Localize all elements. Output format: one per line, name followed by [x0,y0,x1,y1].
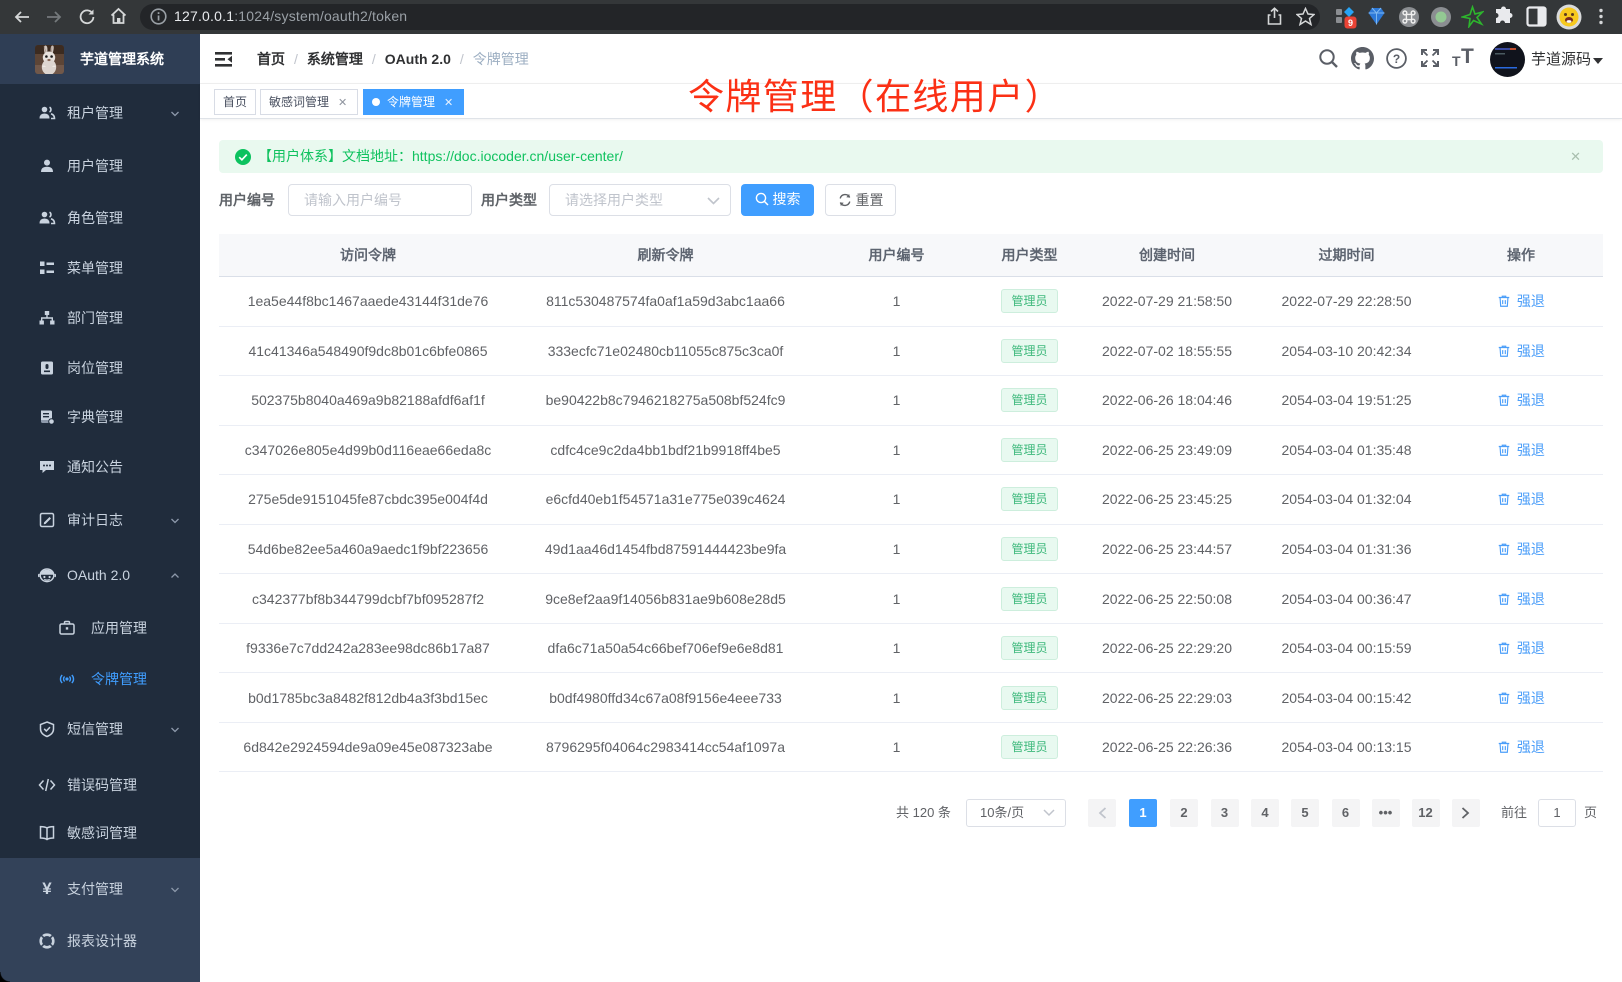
svg-text:9: 9 [1348,18,1353,28]
svg-text:?: ? [1393,52,1400,66]
